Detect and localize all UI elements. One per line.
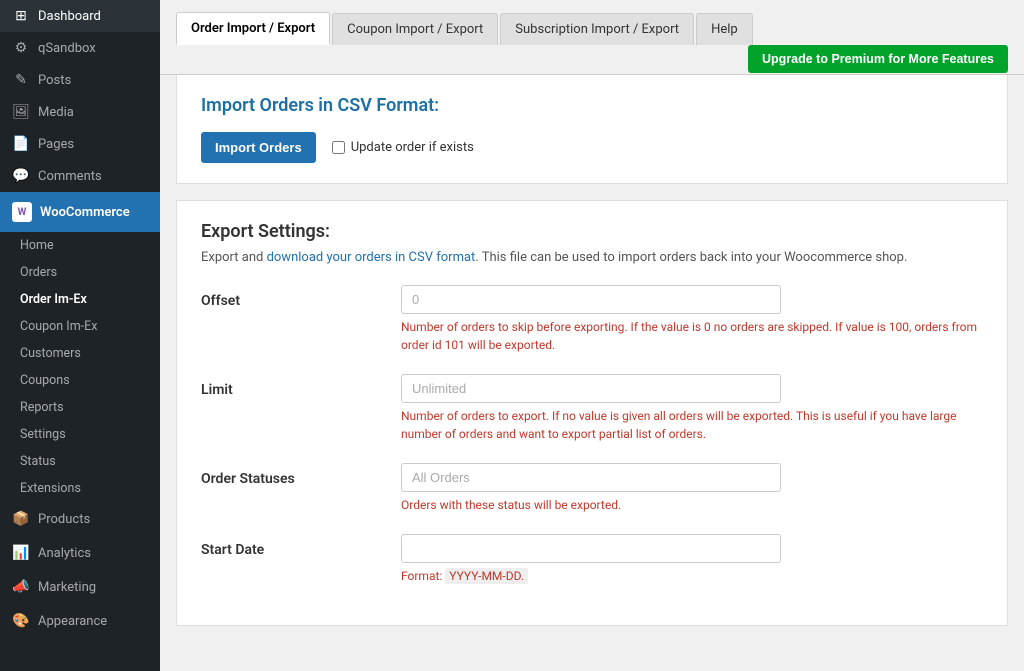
woocommerce-logo: W — [12, 202, 32, 222]
sidebar-label-appearance: Appearance — [38, 614, 107, 629]
field-row-offset: Offset Number of orders to skip before e… — [201, 285, 983, 354]
sidebar-label-qsandbox: qSandbox — [38, 41, 96, 56]
tab-help[interactable]: Help — [696, 13, 753, 45]
field-row-start-date: Start Date Format: YYYY-MM-DD. — [201, 534, 983, 585]
sidebar-item-comments[interactable]: 💬 Comments — [0, 160, 160, 192]
sidebar-label-pages: Pages — [38, 137, 74, 152]
update-order-label: Update order if exists — [351, 140, 474, 155]
update-order-checkbox-label[interactable]: Update order if exists — [332, 140, 474, 155]
export-description: Export and download your orders in CSV f… — [201, 250, 983, 265]
dashboard-icon: ⊞ — [12, 8, 30, 24]
order-statuses-help: Orders with these status will be exporte… — [401, 496, 981, 514]
sidebar-item-posts[interactable]: ✎ Posts — [0, 64, 160, 96]
sidebar-woocommerce-header[interactable]: W WooCommerce — [0, 192, 160, 232]
sidebar-label-analytics: Analytics — [38, 546, 91, 561]
format-value: YYYY-MM-DD. — [445, 568, 528, 584]
sidebar-bottom: 📦 Products 📊 Analytics 📣 Marketing 🎨 App… — [0, 502, 160, 638]
import-orders-button[interactable]: Import Orders — [201, 132, 316, 163]
field-content-offset: Number of orders to skip before exportin… — [401, 285, 983, 354]
sidebar-label-posts: Posts — [38, 73, 71, 88]
tab-order-import-export[interactable]: Order Import / Export — [176, 12, 330, 45]
sidebar-item-coupons[interactable]: Coupons — [0, 367, 160, 394]
sidebar-item-analytics[interactable]: 📊 Analytics — [0, 536, 160, 570]
import-row: Import Orders Update order if exists — [201, 132, 983, 163]
marketing-icon: 📣 — [12, 579, 30, 595]
start-date-help: Format: YYYY-MM-DD. — [401, 567, 981, 585]
field-row-order-statuses: Order Statuses Orders with these status … — [201, 463, 983, 514]
field-row-limit: Limit Number of orders to export. If no … — [201, 374, 983, 443]
export-desc-plain: Export and — [201, 250, 267, 265]
sidebar: ⊞ Dashboard ⚙ qSandbox ✎ Posts 🖼 Media 📄… — [0, 0, 160, 671]
export-title: Export Settings: — [201, 221, 983, 242]
sidebar-item-customers[interactable]: Customers — [0, 340, 160, 367]
sidebar-item-qsandbox[interactable]: ⚙ qSandbox — [0, 32, 160, 64]
sidebar-item-coupon-im-ex[interactable]: Coupon Im-Ex — [0, 313, 160, 340]
tab-coupon-import-export[interactable]: Coupon Import / Export — [332, 13, 498, 45]
sidebar-item-appearance[interactable]: 🎨 Appearance — [0, 604, 160, 638]
sidebar-label-dashboard: Dashboard — [38, 9, 101, 24]
content-area: Import Orders in CSV Format: Import Orde… — [160, 75, 1024, 658]
sidebar-label-marketing: Marketing — [38, 580, 96, 595]
pages-icon: 📄 — [12, 136, 30, 152]
sidebar-item-media[interactable]: 🖼 Media — [0, 96, 160, 128]
sidebar-item-dashboard[interactable]: ⊞ Dashboard — [0, 0, 160, 32]
order-statuses-input[interactable] — [401, 463, 781, 492]
sidebar-item-orders[interactable]: Orders — [0, 259, 160, 286]
field-label-order-statuses: Order Statuses — [201, 463, 401, 487]
offset-input[interactable] — [401, 285, 781, 314]
upgrade-button[interactable]: Upgrade to Premium for More Features — [748, 45, 1008, 73]
field-content-start-date: Format: YYYY-MM-DD. — [401, 534, 983, 585]
import-title: Import Orders in CSV Format: — [201, 95, 983, 116]
tabs-bar: Order Import / Export Coupon Import / Ex… — [160, 0, 1024, 75]
sidebar-woocommerce-section: W WooCommerce — [0, 192, 160, 232]
update-order-checkbox[interactable] — [332, 141, 345, 154]
sidebar-label-comments: Comments — [38, 169, 102, 184]
sidebar-item-home[interactable]: Home — [0, 232, 160, 259]
field-label-offset: Offset — [201, 285, 401, 309]
offset-help: Number of orders to skip before exportin… — [401, 318, 981, 354]
sidebar-label-order-im-ex: Order Im-Ex — [20, 292, 87, 307]
qsandbox-icon: ⚙ — [12, 40, 30, 56]
field-label-limit: Limit — [201, 374, 401, 398]
sidebar-item-order-im-ex[interactable]: Order Im-Ex — [0, 286, 160, 313]
limit-input[interactable] — [401, 374, 781, 403]
posts-icon: ✎ — [12, 72, 30, 88]
media-icon: 🖼 — [12, 104, 30, 120]
sidebar-item-reports[interactable]: Reports — [0, 394, 160, 421]
products-icon: 📦 — [12, 511, 30, 527]
sidebar-label-media: Media — [38, 105, 74, 120]
red-arrow-icon — [150, 290, 160, 310]
export-desc-link: download your orders in CSV format — [267, 250, 476, 265]
format-label: Format: — [401, 569, 445, 583]
start-date-input[interactable] — [401, 534, 781, 563]
field-label-start-date: Start Date — [201, 534, 401, 558]
sidebar-middle: ✎ Posts 🖼 Media 📄 Pages 💬 Comments — [0, 64, 160, 192]
sidebar-item-products[interactable]: 📦 Products — [0, 502, 160, 536]
export-section: Export Settings: Export and download you… — [176, 200, 1008, 626]
sidebar-label-products: Products — [38, 512, 90, 527]
tab-subscription-import-export[interactable]: Subscription Import / Export — [500, 13, 694, 45]
export-desc-rest: . This file can be used to import orders… — [475, 250, 907, 265]
sidebar-item-extensions[interactable]: Extensions — [0, 475, 160, 502]
main-content: Order Import / Export Coupon Import / Ex… — [160, 0, 1024, 671]
comments-icon: 💬 — [12, 168, 30, 184]
sidebar-item-status[interactable]: Status — [0, 448, 160, 475]
sidebar-item-marketing[interactable]: 📣 Marketing — [0, 570, 160, 604]
import-section: Import Orders in CSV Format: Import Orde… — [176, 75, 1008, 184]
analytics-icon: 📊 — [12, 545, 30, 561]
field-content-order-statuses: Orders with these status will be exporte… — [401, 463, 983, 514]
appearance-icon: 🎨 — [12, 613, 30, 629]
sidebar-top: ⊞ Dashboard ⚙ qSandbox — [0, 0, 160, 64]
limit-help: Number of orders to export. If no value … — [401, 407, 981, 443]
sidebar-woocommerce-label: WooCommerce — [40, 205, 130, 220]
sidebar-item-pages[interactable]: 📄 Pages — [0, 128, 160, 160]
sidebar-item-settings[interactable]: Settings — [0, 421, 160, 448]
field-content-limit: Number of orders to export. If no value … — [401, 374, 983, 443]
sidebar-woo-subitems: Home Orders Order Im-Ex Coupon Im-Ex Cus… — [0, 232, 160, 502]
